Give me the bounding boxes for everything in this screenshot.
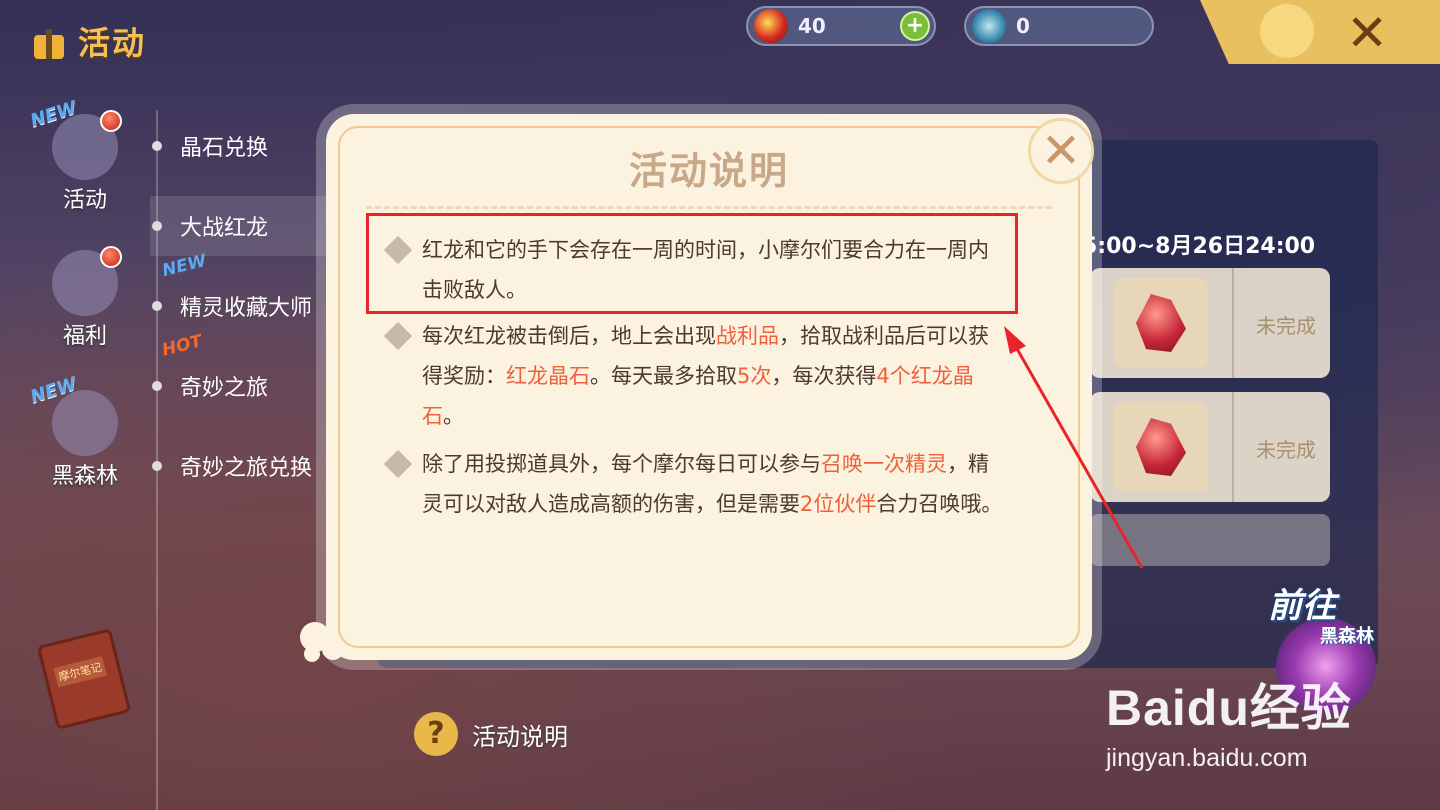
activity-title: 活动 [78,24,147,62]
notification-dot [100,246,122,268]
goto-sublabel: 黑森林 [1320,626,1374,647]
nav-item-activity[interactable]: NEW 活动 [28,97,130,214]
help-label: 活动说明 [472,722,568,751]
gift-icon: NEW [28,97,122,180]
nav-item-black-forest[interactable]: NEW 黑森林 [28,373,130,490]
activity-header: 活动 [30,18,146,64]
rule-paragraph: 每次红龙被击倒后，地上会出现战利品，拾取战利品后可以获得奖励：红龙晶石。每天最多… [383,316,1008,436]
red-crystal-icon [1114,402,1208,492]
red-currency: 40 + [746,6,936,46]
modal-divider [366,206,1052,209]
sublist-label: 奇妙之旅 [180,376,269,401]
task-status: 未完成 [1256,438,1316,462]
sublist-item[interactable]: 晶石兑换 [150,116,350,176]
red-crystal-icon [1114,278,1208,368]
watermark-main: Baidu经验 [1106,680,1352,736]
question-icon: ? [414,712,458,756]
highlight-text: 战利品 [716,324,779,348]
highlight-text: 红龙晶石 [506,364,590,388]
sublist-item[interactable]: NEW 精灵收藏大师 [150,251,350,336]
sublist-item[interactable]: 奇妙之旅兑换 [150,436,350,496]
blue-coin-icon [972,9,1006,43]
notification-dot [100,110,122,132]
blue-currency: 0 [964,6,1154,46]
bullet-icon [152,461,162,471]
close-icon[interactable]: ✕ [1346,4,1388,62]
annotation-highlight-box [366,213,1018,314]
blue-currency-value: 0 [1016,14,1030,38]
sublist-label: 精灵收藏大师 [180,296,313,321]
nav-label: 黑森林 [51,464,118,489]
highlight-text: 召唤一次精灵 [821,452,947,476]
rule-paragraph: 除了用投掷道具外，每个摩尔每日可以参与召唤一次精灵，精灵可以对敌人造成高额的伤害… [383,444,1008,524]
highlight-text: 5次 [737,364,772,388]
sublist-label: 大战红龙 [180,216,269,241]
task-row: 未完成 [1090,268,1330,378]
divider [1232,268,1234,378]
close-activity-panel[interactable]: ✕ [1200,0,1440,64]
close-icon[interactable]: ✕ [1028,118,1094,184]
bullet-icon [152,381,162,391]
task-row-empty [1090,514,1330,566]
new-tag: NEW [27,97,80,132]
new-tag: NEW [27,373,80,408]
watermark-url: jingyan.baidu.com [1106,744,1308,772]
goto-label: 前往 [1268,586,1336,626]
modal-title: 活动说明 [628,149,789,193]
paw-icon [152,221,162,231]
bullet-icon [152,301,162,311]
gift-icon [30,21,68,61]
portal-icon: NEW [28,373,118,456]
sublist-item-active[interactable]: 大战红龙 [150,196,350,256]
nav-item-welfare[interactable]: 福利 [40,246,130,350]
add-currency-button[interactable]: + [900,11,930,41]
rule-text: 每次红龙被击倒后，地上会出现战利品，拾取战利品后可以获得奖励：红龙晶石。每天最多… [422,324,989,428]
nav-label: 活动 [62,188,107,213]
rule-text: 除了用投掷道具外，每个摩尔每日可以参与召唤一次精灵，精灵可以对敌人造成高额的伤害… [422,452,1003,516]
decor-bubble-icon [1260,4,1314,58]
divider [1232,392,1234,502]
notebook-label: 摩尔笔记 [53,655,107,688]
bullet-icon [152,141,162,151]
nav-label: 福利 [62,324,107,349]
activity-info-modal: 活动说明 ✕ 红龙和它的手下会存在一周的时间，小摩尔们要合力在一周内击败敌人。 … [326,114,1094,660]
highlight-text: 2位伙伴 [800,492,877,516]
heart-icon [52,246,122,316]
sublist-label: 晶石兑换 [180,136,269,161]
task-row: 未完成 [1090,392,1330,502]
red-coin-icon [754,9,788,43]
help-button[interactable]: ? 活动说明 [414,712,568,756]
sublist-label: 奇妙之旅兑换 [180,456,313,481]
task-status: 未完成 [1256,314,1316,338]
event-date-range: 5:00~8月26日24:00 [1082,234,1316,259]
sublist-item[interactable]: HOT 奇妙之旅 [150,331,350,416]
red-currency-value: 40 [798,14,826,38]
baidu-watermark: Baidu经验 jingyan.baidu.com [1106,668,1352,773]
